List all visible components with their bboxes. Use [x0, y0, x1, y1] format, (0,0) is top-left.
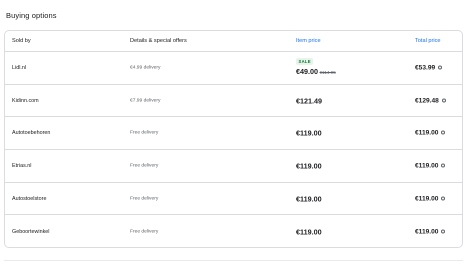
item-price: €119.00 [296, 128, 322, 138]
seller-name[interactable]: Etrias.nl [12, 163, 31, 169]
table-row[interactable]: Lidl.nl €4.99 delivery SALE €49.00 €114.9… [5, 52, 462, 85]
total-price-value: €53.99 [415, 64, 436, 72]
total-price-value: €119.00 [415, 228, 439, 236]
info-icon[interactable] [441, 163, 446, 168]
info-icon[interactable] [441, 98, 446, 103]
sale-badge: SALE [296, 58, 314, 65]
sale-price-value: €49.00 [296, 67, 318, 76]
total-price-value: €119.00 [415, 162, 439, 170]
seller-name[interactable]: Geboortewinkel [12, 229, 49, 235]
total-price: €129.48 [415, 97, 446, 104]
table-row[interactable]: Etrias.nl Free delivery €119.00 €119.00 [5, 150, 462, 183]
seller-name[interactable]: Lidl.nl [12, 65, 26, 71]
table-header: Sold by Details & special offers Item pr… [5, 31, 462, 52]
info-icon[interactable] [441, 196, 446, 201]
seller-name[interactable]: Kidinn.com [12, 98, 39, 104]
column-header-sold-by: Sold by [12, 38, 31, 44]
seller-name[interactable]: Autotoebehoren [12, 130, 50, 136]
table-row[interactable]: Geboortewinkel Free delivery €119.00 €11… [5, 215, 462, 247]
info-icon[interactable] [441, 229, 446, 234]
buying-options-page: Buying options Sold by Details & special… [0, 0, 475, 264]
item-price: €119.00 [296, 161, 322, 171]
item-price: €119.00 [296, 194, 322, 204]
total-price-value: €119.00 [415, 195, 439, 203]
delivery-details: €4.99 delivery [130, 65, 161, 71]
divider [4, 260, 463, 261]
item-price: €121.49 [296, 96, 322, 106]
item-price: €119.00 [296, 227, 322, 237]
original-price: €114.95 [319, 70, 336, 75]
total-price: €53.99 [415, 64, 443, 72]
info-icon[interactable] [441, 130, 446, 135]
total-price: €119.00 [415, 162, 446, 170]
table-row[interactable]: Autotoebehoren Free delivery €119.00 €11… [5, 117, 462, 151]
delivery-details: Free delivery [130, 196, 159, 202]
table-row[interactable]: Autostoelstore Free delivery €119.00 €11… [5, 183, 462, 216]
delivery-details: Free delivery [130, 130, 159, 136]
seller-name[interactable]: Autostoelstore [12, 196, 46, 202]
column-header-item-price[interactable]: Item price [296, 38, 321, 44]
total-price-value: €119.00 [415, 129, 439, 137]
delivery-details: Free delivery [130, 229, 159, 235]
column-header-details: Details & special offers [130, 38, 187, 44]
total-price: €119.00 [415, 129, 446, 137]
item-price: €49.00 €114.95 [296, 67, 336, 76]
delivery-details: Free delivery [130, 163, 159, 169]
column-header-total-price[interactable]: Total price [415, 38, 441, 44]
total-price-value: €129.48 [415, 97, 439, 105]
table-row[interactable]: Kidinn.com €7.99 delivery €121.49 €129.4… [5, 85, 462, 118]
info-icon[interactable] [438, 65, 443, 70]
offers-table: Sold by Details & special offers Item pr… [4, 30, 463, 248]
section-heading: Buying options [6, 11, 57, 20]
total-price: €119.00 [415, 228, 446, 236]
delivery-details: €7.99 delivery [130, 98, 161, 104]
total-price: €119.00 [415, 195, 446, 203]
